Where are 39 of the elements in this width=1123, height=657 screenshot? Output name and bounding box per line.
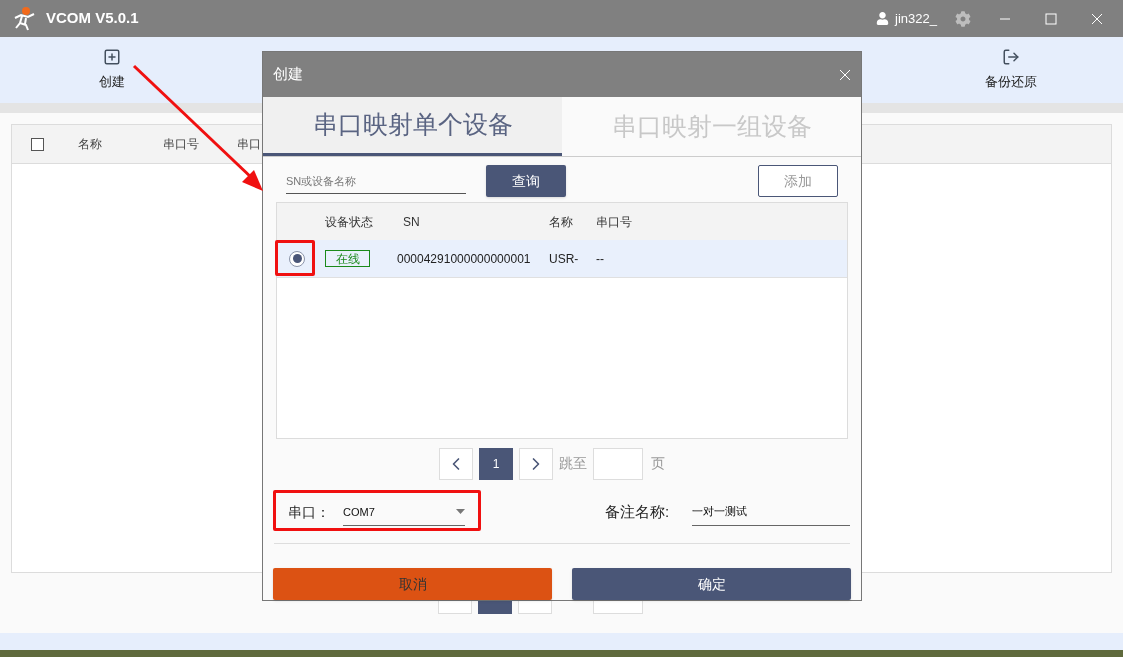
toolbar-button[interactable]: 备份还原 (899, 40, 1123, 100)
page-jump-field[interactable] (593, 447, 643, 480)
column-header: 名称 (78, 136, 103, 153)
caret-icon (456, 509, 465, 515)
serial-port-label: 串口： (288, 502, 331, 522)
export-icon (1002, 48, 1020, 67)
close-icon[interactable] (1091, 12, 1103, 25)
column-header: 设备状态 (325, 213, 374, 231)
confirm-button[interactable]: 确定 (572, 568, 851, 600)
search-field[interactable]: SN或设备名称 (286, 168, 466, 194)
serial-port-select[interactable]: COM7 (343, 498, 465, 526)
status-badge: 在线 (325, 250, 370, 267)
table-cell-text: USR- (549, 250, 580, 268)
table-cell-text: -- (596, 250, 604, 268)
page-label: 页 (651, 454, 665, 474)
user-name: jin322_ (895, 9, 937, 28)
column-header: SN (403, 213, 421, 231)
select-all-checkbox[interactable] (31, 137, 44, 151)
close-icon[interactable] (839, 68, 851, 81)
remark-field[interactable]: 一对一测试 (692, 498, 850, 526)
user-icon (876, 12, 890, 25)
page-number-button[interactable]: 1 (479, 447, 513, 480)
column-header: 名称 (549, 213, 574, 231)
radio-button[interactable] (289, 250, 305, 267)
table-cell-text: 00004291000000000001 (397, 250, 532, 268)
dialog-title: 创建 (273, 64, 303, 85)
app-title: VCOM V5.0.1 (46, 8, 139, 29)
maximize-icon[interactable] (1045, 12, 1057, 25)
query-button[interactable]: 查询 (486, 165, 566, 197)
jump-label: 跳至 (559, 454, 587, 474)
plus-square-icon (103, 48, 121, 67)
highlight-box (275, 240, 315, 276)
settings-icon[interactable] (955, 10, 971, 27)
column-header: 串口号 (596, 213, 633, 231)
dialog-tab[interactable]: 串口映射单个设备 (263, 97, 562, 156)
column-header: 串口 (237, 136, 262, 153)
column-header: 串口号 (163, 136, 200, 153)
remark-label: 备注名称: (605, 502, 671, 522)
toolbar-button[interactable]: 创建 (0, 40, 224, 100)
